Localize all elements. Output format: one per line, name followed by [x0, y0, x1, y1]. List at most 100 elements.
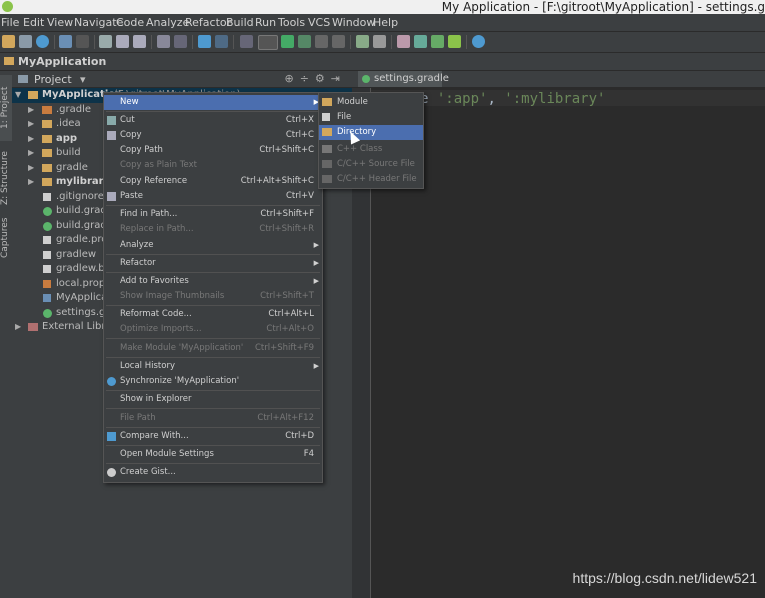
menu-window[interactable]: Window: [332, 16, 375, 29]
menu-item-open-module-settings[interactable]: Open Module Settings F4: [104, 447, 322, 462]
attach-debugger-icon[interactable]: [315, 35, 328, 48]
window-title: My Application - [F:\gitroot\MyApplicati…: [441, 0, 765, 14]
tips-icon[interactable]: [397, 35, 410, 48]
menu-code[interactable]: Code: [116, 16, 144, 29]
scroll-from-source-icon[interactable]: ⊕: [284, 72, 299, 85]
menu-item-copy-plain-text[interactable]: Copy as Plain Text: [104, 158, 322, 173]
cut-icon[interactable]: [99, 35, 112, 48]
menu-item-copy[interactable]: Copy Ctrl+C: [104, 128, 322, 143]
menu-item-synchronize[interactable]: Synchronize 'MyApplication': [104, 374, 322, 389]
chevron-right-icon: ▶: [313, 277, 319, 285]
file-icon: [43, 236, 51, 244]
submenu-item-cpp-header[interactable]: C/C++ Header File: [319, 172, 423, 187]
expand-arrow-icon[interactable]: ▼: [15, 88, 21, 102]
menu-item-local-history[interactable]: Local History ▶: [104, 359, 322, 374]
title-bar: My Application - [F:\gitroot\MyApplicati…: [0, 0, 765, 14]
collapse-all-icon[interactable]: ÷: [300, 72, 315, 85]
new-submenu: Module File Directory C++ Class C/C++ So…: [318, 92, 424, 189]
submenu-item-cpp-class[interactable]: C++ Class: [319, 142, 423, 157]
back-icon[interactable]: [198, 35, 211, 48]
project-structure-icon[interactable]: [356, 35, 369, 48]
menu-view[interactable]: View: [47, 16, 73, 29]
menu-item-copy-reference[interactable]: Copy Reference Ctrl+Alt+Shift+C: [104, 174, 322, 189]
settings-icon[interactable]: [373, 35, 386, 48]
menu-run[interactable]: Run: [255, 16, 276, 29]
menu-item-reformat-code[interactable]: Reformat Code... Ctrl+Alt+L: [104, 307, 322, 322]
replace-icon[interactable]: [174, 35, 187, 48]
menu-item-show-image-thumbnails[interactable]: Show Image Thumbnails Ctrl+Shift+T: [104, 289, 322, 304]
debug-icon[interactable]: [298, 35, 311, 48]
gear-icon[interactable]: ⚙: [315, 72, 331, 85]
menu-item-show-in-explorer[interactable]: Show in Explorer: [104, 392, 322, 407]
menu-bar: File Edit View Navigate Code Analyze Ref…: [0, 14, 765, 32]
project-view-icon: [18, 75, 28, 83]
avd-manager-icon[interactable]: [414, 35, 427, 48]
redo-icon[interactable]: [76, 35, 89, 48]
chevron-right-icon: ▶: [313, 241, 319, 249]
gradle-icon: [362, 75, 370, 83]
menu-item-copy-path[interactable]: Copy Path Ctrl+Shift+C: [104, 143, 322, 158]
menu-item-optimize-imports[interactable]: Optimize Imports... Ctrl+Alt+O: [104, 322, 322, 337]
hide-panel-icon[interactable]: ⇥: [331, 72, 346, 85]
menu-item-find-in-path[interactable]: Find in Path... Ctrl+Shift+F: [104, 207, 322, 222]
chevron-down-icon[interactable]: ▾: [80, 73, 86, 86]
paste-icon[interactable]: [133, 35, 146, 48]
open-folder-icon[interactable]: [2, 35, 15, 48]
menu-build[interactable]: Build: [226, 16, 254, 29]
menu-item-compare-with[interactable]: Compare With... Ctrl+D: [104, 429, 322, 444]
breadcrumb-project[interactable]: MyApplication: [18, 55, 106, 68]
undo-icon[interactable]: [59, 35, 72, 48]
sdk-manager-icon[interactable]: [431, 35, 444, 48]
project-view-label[interactable]: Project: [34, 73, 72, 86]
compare-icon: [107, 432, 116, 441]
menu-item-create-gist[interactable]: Create Gist...: [104, 465, 322, 480]
captures-tool-tab[interactable]: Captures: [0, 213, 12, 263]
menu-file[interactable]: File: [1, 16, 19, 29]
find-icon[interactable]: [157, 35, 170, 48]
menu-item-paste[interactable]: Paste Ctrl+V: [104, 189, 322, 204]
menu-edit[interactable]: Edit: [23, 16, 44, 29]
submenu-item-cpp-source[interactable]: C/C++ Source File: [319, 157, 423, 172]
copy-icon[interactable]: [116, 35, 129, 48]
file-icon: [43, 192, 51, 201]
file-icon: [43, 279, 51, 288]
menu-item-new[interactable]: New ▶: [104, 95, 322, 110]
menu-item-cut[interactable]: Cut Ctrl+X: [104, 113, 322, 128]
android-icon[interactable]: [448, 35, 461, 48]
sync-icon[interactable]: [36, 35, 49, 48]
menu-vcs[interactable]: VCS: [308, 16, 330, 29]
menu-help[interactable]: Help: [373, 16, 398, 29]
submenu-item-directory[interactable]: Directory: [319, 125, 423, 140]
android-studio-logo-icon: [2, 1, 13, 12]
structure-tool-tab[interactable]: Z: Structure: [0, 143, 12, 213]
code-line-1[interactable]: e ':app', ':mylibrary': [420, 91, 605, 107]
menu-item-refactor[interactable]: Refactor ▶: [104, 256, 322, 271]
run-config-dropdown[interactable]: [258, 35, 278, 50]
make-project-icon[interactable]: [240, 35, 253, 48]
folder-icon: [322, 128, 332, 136]
save-icon[interactable]: [19, 35, 32, 48]
menu-tools[interactable]: Tools: [278, 16, 305, 29]
profile-icon[interactable]: [332, 35, 345, 48]
tab-settings-gradle[interactable]: settings.gradle: [358, 71, 449, 87]
menu-analyze[interactable]: Analyze: [146, 16, 189, 29]
paste-icon: [107, 192, 116, 201]
menu-item-add-to-favorites[interactable]: Add to Favorites ▶: [104, 274, 322, 289]
menu-item-analyze[interactable]: Analyze ▶: [104, 238, 322, 253]
menu-item-make-module[interactable]: Make Module 'MyApplication' Ctrl+Shift+F9: [104, 341, 322, 356]
run-icon[interactable]: [281, 35, 294, 48]
folder-icon: [4, 57, 14, 65]
menu-item-file-path[interactable]: File Path Ctrl+Alt+F12: [104, 411, 322, 426]
forward-icon[interactable]: [215, 35, 228, 48]
file-icon: [43, 250, 51, 259]
menu-item-replace-in-path[interactable]: Replace in Path... Ctrl+Shift+R: [104, 222, 322, 237]
submenu-item-module[interactable]: Module: [319, 95, 423, 110]
project-tool-tab[interactable]: 1: Project: [0, 75, 12, 141]
submenu-item-file[interactable]: File: [319, 110, 423, 125]
chevron-right-icon: ▶: [313, 362, 319, 370]
module-icon: [322, 98, 332, 106]
help-icon[interactable]: [472, 35, 485, 48]
cpp-class-icon: [322, 145, 332, 153]
menu-refactor[interactable]: Refactor: [185, 16, 231, 29]
folder-icon: [42, 105, 52, 114]
